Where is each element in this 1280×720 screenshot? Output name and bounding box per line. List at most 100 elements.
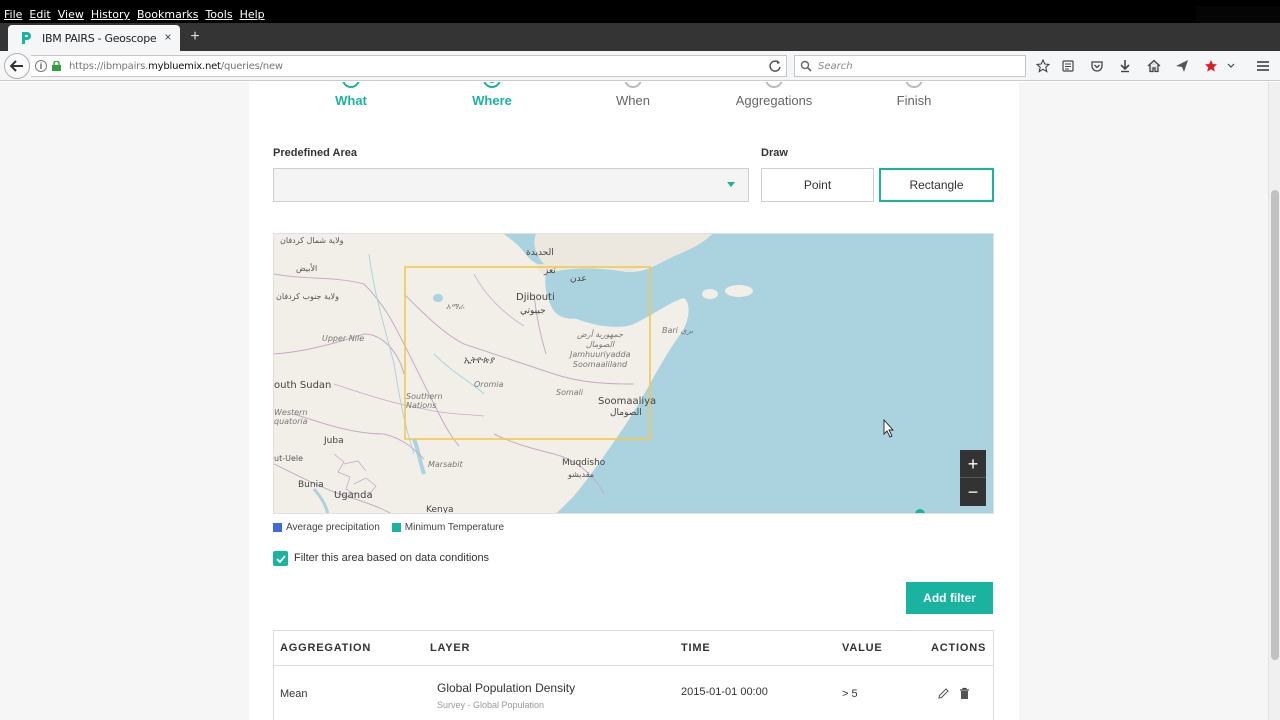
map-label-white-nile: الأبيض (296, 264, 318, 273)
step-what-label: What (335, 93, 367, 108)
draw-label: Draw (761, 147, 788, 159)
map-label-uganda: Uganda (334, 490, 373, 501)
menu-edit[interactable]: Edit (29, 8, 50, 21)
edit-pencil-icon[interactable] (937, 687, 950, 700)
map-label-kenya: Kenya (426, 505, 454, 514)
th-layer: LAYER (430, 642, 471, 654)
address-bar[interactable]: i https://ibmpairs.mybluemix.net/queries… (31, 55, 787, 77)
add-filter-button[interactable]: Add filter (906, 582, 993, 614)
map-label-somaliland: جمهورية أرض الصومال Jamhuuriyadda Soomaa… (570, 330, 631, 369)
map-label-djibouti-ar: جيبوتي (520, 306, 546, 316)
step-where-dot-icon (483, 82, 501, 88)
menu-bar: File Edit View History Bookmarks Tools H… (0, 6, 1280, 23)
map-label-somaliya: Soomaaliya (598, 396, 657, 407)
download-icon[interactable] (1117, 58, 1133, 74)
menu-bookmarks[interactable]: Bookmarks (137, 8, 198, 21)
draw-point-button[interactable]: Point (761, 168, 874, 202)
zoom-in-button[interactable]: + (960, 450, 986, 478)
map-label-marsabit: Marsabit (428, 460, 463, 469)
step-where-label: Where (472, 93, 512, 108)
table-header-row: AGGREGATION LAYER TIME VALUE ACTIONS (274, 631, 993, 666)
th-aggregation: AGGREGATION (280, 642, 372, 654)
home-icon[interactable] (1146, 58, 1162, 74)
scrollbar-thumb[interactable] (1271, 190, 1279, 660)
cell-value: > 5 (842, 688, 858, 700)
navigation-bar: i https://ibmpairs.mybluemix.net/queries… (0, 51, 1280, 81)
reload-icon[interactable] (768, 59, 782, 73)
legend-label-precipitation: Average precipitation (286, 521, 380, 533)
filter-area-checkbox[interactable] (273, 551, 288, 566)
menu-help[interactable]: Help (240, 8, 265, 21)
red-star-extension-icon[interactable] (1203, 58, 1219, 74)
menu-tools[interactable]: Tools (205, 8, 232, 21)
menu-file[interactable]: File (4, 8, 22, 21)
legend-swatch-precipitation (273, 522, 282, 532)
search-icon (800, 60, 812, 72)
map-label-taiz: تعز (544, 266, 556, 276)
page-scrollbar[interactable] (1268, 82, 1280, 720)
basemap-graphic (274, 234, 925, 513)
lock-icon (52, 61, 61, 71)
map-label-amhara: አማራ (446, 302, 465, 311)
bookmark-star-icon[interactable] (1035, 58, 1051, 74)
th-time: TIME (681, 642, 711, 654)
draw-rectangle-button[interactable]: Rectangle (879, 168, 994, 202)
back-arrow-icon (10, 60, 23, 72)
send-icon[interactable] (1174, 58, 1190, 74)
site-info-icon[interactable]: i (35, 60, 47, 72)
map-label-mogadishu-ar: مقديشو (568, 470, 595, 479)
new-tab-icon[interactable]: + (186, 28, 204, 46)
predefined-area-select[interactable] (273, 168, 749, 202)
extension-dropdown-icon[interactable] (1226, 58, 1236, 74)
tab-bar: IBM PAIRS - Geoscope - N... × + (0, 23, 1280, 51)
wizard-steps: What Where When Aggregations Finish (249, 82, 1019, 122)
hamburger-menu-icon[interactable] (1255, 58, 1271, 74)
cell-aggregation: Mean (280, 688, 308, 700)
url-text: https://ibmpairs.mybluemix.net/queries/n… (69, 60, 283, 72)
legend-swatch-temperature (391, 522, 401, 532)
pairs-favicon-icon (18, 30, 34, 46)
map-label-upper-nile: Upper Nile (322, 334, 365, 343)
map-label-oromia: Oromia (474, 380, 504, 389)
step-aggregations-label: Aggregations (735, 93, 813, 108)
menu-view[interactable]: View (58, 8, 84, 21)
tab-close-icon[interactable]: × (162, 31, 174, 43)
map-label-western-equatoria: Western quatoria (274, 408, 308, 426)
reading-list-icon[interactable] (1060, 58, 1076, 74)
map-zoom-control: + − (960, 450, 986, 506)
legend-label-temperature: Minimum Temperature (404, 521, 505, 533)
query-panel: What Where When Aggregations Finish Pred… (249, 82, 1019, 720)
map-label-somaliya-ar: الصومال (610, 408, 642, 418)
back-button[interactable] (4, 53, 30, 79)
filter-area-checkbox-label[interactable]: Filter this area based on data condition… (294, 552, 489, 564)
step-finish-dot-icon (905, 82, 923, 88)
menu-history[interactable]: History (91, 8, 130, 21)
search-bar[interactable]: Search (794, 55, 1026, 77)
map-canvas[interactable]: ولاية شمال كردفان الأبيض ولاية جنوب كردف… (273, 233, 994, 514)
tab-ibm-pairs[interactable]: IBM PAIRS - Geoscope - N... × (8, 25, 180, 51)
tab-title: IBM PAIRS - Geoscope - N... (42, 31, 160, 45)
search-placeholder: Search (818, 60, 853, 72)
cell-layer: Global Population Density (437, 681, 576, 695)
map-label-bari: Bari بري (662, 326, 694, 335)
cell-time: 2015-01-01 00:00 (681, 686, 768, 698)
zoom-out-button[interactable]: − (960, 478, 986, 506)
dropdown-caret-icon (727, 182, 735, 187)
step-finish-label: Finish (896, 93, 932, 108)
step-aggregations-dot-icon (765, 82, 783, 88)
map-label-somali: Somali (556, 388, 584, 397)
step-when-dot-icon (624, 82, 642, 88)
th-actions: ACTIONS (931, 642, 987, 654)
step-when-label: When (616, 93, 650, 108)
map-label-juba: Juba (324, 436, 344, 446)
map-label-ut-uele: ut-Uele (274, 454, 304, 463)
window-controls[interactable] (1196, 6, 1280, 23)
layer-legend: Average precipitation Minimum Temperatur… (273, 521, 516, 533)
page-viewport: What Where When Aggregations Finish Pred… (0, 82, 1280, 720)
map-label-kordofan-north: ولاية شمال كردفان (280, 236, 344, 245)
map-label-southern-nations: Southern Nations (406, 392, 443, 410)
map-label-south-sudan: outh Sudan (274, 380, 332, 391)
pocket-icon[interactable] (1089, 58, 1105, 74)
map-label-hodeidah: الحديدة (526, 248, 554, 258)
delete-trash-icon[interactable] (958, 687, 971, 700)
